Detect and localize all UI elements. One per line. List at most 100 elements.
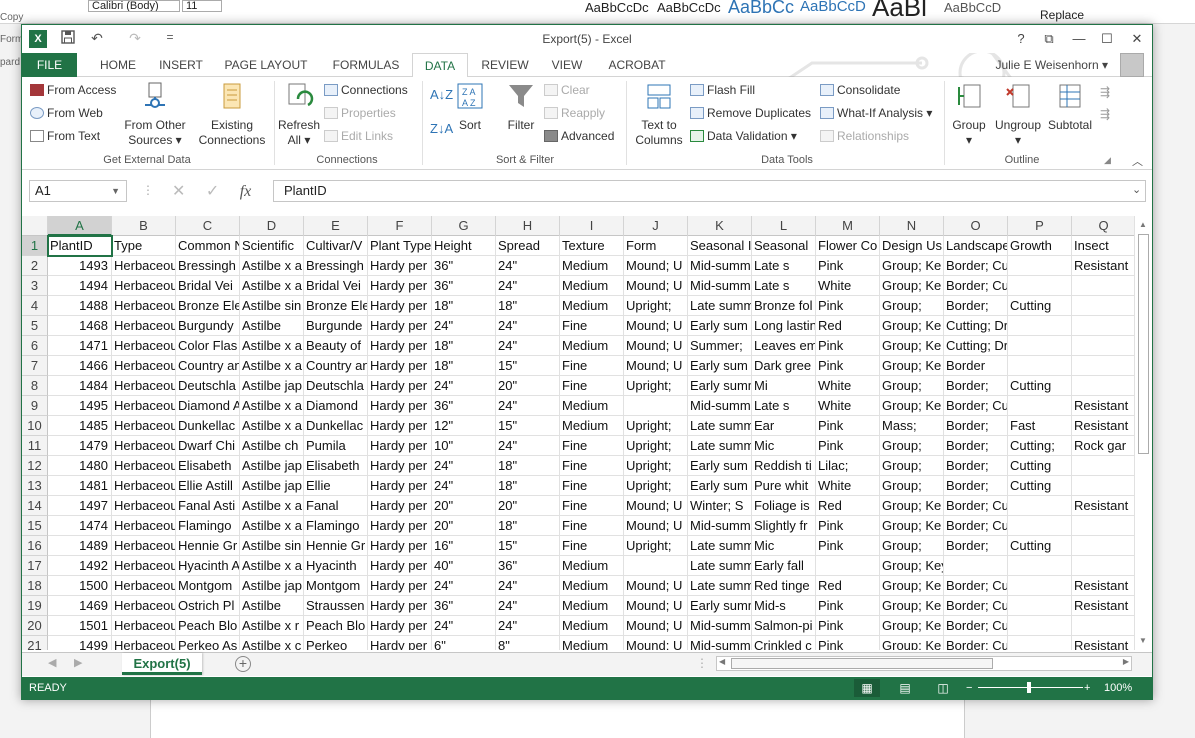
- table-cell[interactable]: Pink: [816, 636, 880, 650]
- table-cell[interactable]: Bronze Ele: [304, 296, 368, 316]
- table-cell[interactable]: Late s: [752, 256, 816, 276]
- table-cell[interactable]: Mid-summer;: [688, 396, 752, 416]
- table-cell[interactable]: Ostrich Pl: [176, 596, 240, 616]
- column-header-c[interactable]: C: [176, 216, 240, 236]
- maximize-button[interactable]: ☐: [1096, 28, 1118, 50]
- column-header-g[interactable]: G: [432, 216, 496, 236]
- cancel-entry-icon[interactable]: ✕: [172, 183, 185, 200]
- column-header-m[interactable]: M: [816, 216, 880, 236]
- table-cell[interactable]: Group; Ke: [880, 636, 944, 650]
- table-cell[interactable]: Astilbe x r: [240, 616, 304, 636]
- table-cell[interactable]: Border;: [944, 416, 1008, 436]
- table-cell[interactable]: Reddish ti: [752, 456, 816, 476]
- table-cell[interactable]: Late s: [752, 276, 816, 296]
- table-cell[interactable]: Hyacinth A: [176, 556, 240, 576]
- table-cell[interactable]: Mi: [752, 376, 816, 396]
- relationships-button[interactable]: Relationships: [820, 129, 909, 143]
- table-cell[interactable]: Red: [816, 576, 880, 596]
- table-cell[interactable]: Hardy per: [368, 316, 432, 336]
- table-cell[interactable]: 6": [432, 636, 496, 650]
- sort-az-icon[interactable]: A↓Z: [430, 87, 453, 102]
- row-header[interactable]: 6: [22, 336, 48, 356]
- connections-button[interactable]: Connections: [324, 83, 408, 97]
- table-cell[interactable]: 20": [496, 376, 560, 396]
- table-cell[interactable]: [1008, 636, 1072, 650]
- table-cell[interactable]: Herbaceous: [112, 356, 176, 376]
- table-cell[interactable]: Herbaceous: [112, 536, 176, 556]
- table-cell[interactable]: Late summ: [688, 576, 752, 596]
- refresh-all-button[interactable]: Refresh All ▾: [276, 81, 322, 148]
- table-cell[interactable]: [816, 556, 880, 576]
- table-cell[interactable]: Fine: [560, 516, 624, 536]
- table-cell[interactable]: Hardy per: [368, 616, 432, 636]
- table-cell[interactable]: [944, 556, 1008, 576]
- scroll-down-icon[interactable]: ▼: [1139, 636, 1147, 645]
- table-cell[interactable]: Border; Cutting: [944, 256, 1008, 276]
- row-header[interactable]: 1: [22, 236, 48, 256]
- table-cell[interactable]: Cutting;: [1008, 436, 1072, 456]
- table-cell[interactable]: Herbaceous: [112, 276, 176, 296]
- table-cell[interactable]: Herbaceous: [112, 396, 176, 416]
- consolidate-button[interactable]: Consolidate: [820, 83, 900, 97]
- table-cell[interactable]: Mic: [752, 536, 816, 556]
- table-cell[interactable]: Border; Cutting: [944, 496, 1008, 516]
- table-cell[interactable]: Astilbe: [240, 316, 304, 336]
- table-cell[interactable]: Fine: [560, 436, 624, 456]
- table-cell[interactable]: Herbaceous: [112, 316, 176, 336]
- table-cell[interactable]: Astilbe x a: [240, 396, 304, 416]
- table-cell[interactable]: Group;: [880, 456, 944, 476]
- table-cell[interactable]: [1008, 276, 1072, 296]
- table-cell[interactable]: 24": [432, 316, 496, 336]
- table-cell[interactable]: [1072, 276, 1134, 296]
- row-header[interactable]: 19: [22, 596, 48, 616]
- table-cell[interactable]: Group; Ke: [880, 336, 944, 356]
- table-cell[interactable]: Group;: [880, 376, 944, 396]
- table-cell[interactable]: Deutschla: [176, 376, 240, 396]
- table-cell[interactable]: Hardy per: [368, 436, 432, 456]
- header-cell[interactable]: Insect: [1072, 236, 1134, 256]
- table-cell[interactable]: 24": [496, 616, 560, 636]
- table-cell[interactable]: Cutting: [1008, 536, 1072, 556]
- row-header[interactable]: 12: [22, 456, 48, 476]
- header-cell[interactable]: Plant Type: [368, 236, 432, 256]
- table-cell[interactable]: Group; Ke: [880, 576, 944, 596]
- table-cell[interactable]: Bronze fol: [752, 296, 816, 316]
- name-box[interactable]: A1 ▼: [29, 180, 127, 202]
- table-cell[interactable]: 1485: [48, 416, 112, 436]
- table-cell[interactable]: Peach Blo: [176, 616, 240, 636]
- table-cell[interactable]: Fine: [560, 536, 624, 556]
- table-cell[interactable]: Upright;: [624, 436, 688, 456]
- table-cell[interactable]: Medium: [560, 556, 624, 576]
- table-cell[interactable]: 1501: [48, 616, 112, 636]
- table-cell[interactable]: Mid-summer;: [688, 276, 752, 296]
- tab-view[interactable]: VIEW: [544, 53, 590, 77]
- table-cell[interactable]: 8": [496, 636, 560, 650]
- table-cell[interactable]: Mound; U: [624, 596, 688, 616]
- row-header[interactable]: 16: [22, 536, 48, 556]
- table-cell[interactable]: Mass;: [880, 416, 944, 436]
- table-cell[interactable]: 18": [496, 476, 560, 496]
- table-cell[interactable]: [624, 396, 688, 416]
- table-cell[interactable]: Border;: [944, 376, 1008, 396]
- table-cell[interactable]: Astilbe jap: [240, 476, 304, 496]
- add-sheet-button[interactable]: +: [235, 656, 251, 672]
- tab-review[interactable]: REVIEW: [478, 53, 532, 77]
- row-header[interactable]: 17: [22, 556, 48, 576]
- table-cell[interactable]: Early sum: [688, 476, 752, 496]
- table-cell[interactable]: Early summer;: [688, 596, 752, 616]
- table-cell[interactable]: [1072, 336, 1134, 356]
- table-cell[interactable]: Country an: [304, 356, 368, 376]
- table-cell[interactable]: Resistant: [1072, 576, 1134, 596]
- header-cell[interactable]: Texture: [560, 236, 624, 256]
- from-other-sources-button[interactable]: From Other Sources ▾: [120, 81, 190, 148]
- table-cell[interactable]: Hyacinth: [304, 556, 368, 576]
- table-cell[interactable]: Astilbe x a: [240, 496, 304, 516]
- table-cell[interactable]: Winter; S: [688, 496, 752, 516]
- table-cell[interactable]: Border;: [944, 436, 1008, 456]
- reapply-button[interactable]: Reapply: [544, 106, 605, 120]
- header-cell[interactable]: Form: [624, 236, 688, 256]
- table-cell[interactable]: Mound; U: [624, 276, 688, 296]
- table-cell[interactable]: 1488: [48, 296, 112, 316]
- table-cell[interactable]: Montgom: [304, 576, 368, 596]
- table-cell[interactable]: Crinkled c: [752, 636, 816, 650]
